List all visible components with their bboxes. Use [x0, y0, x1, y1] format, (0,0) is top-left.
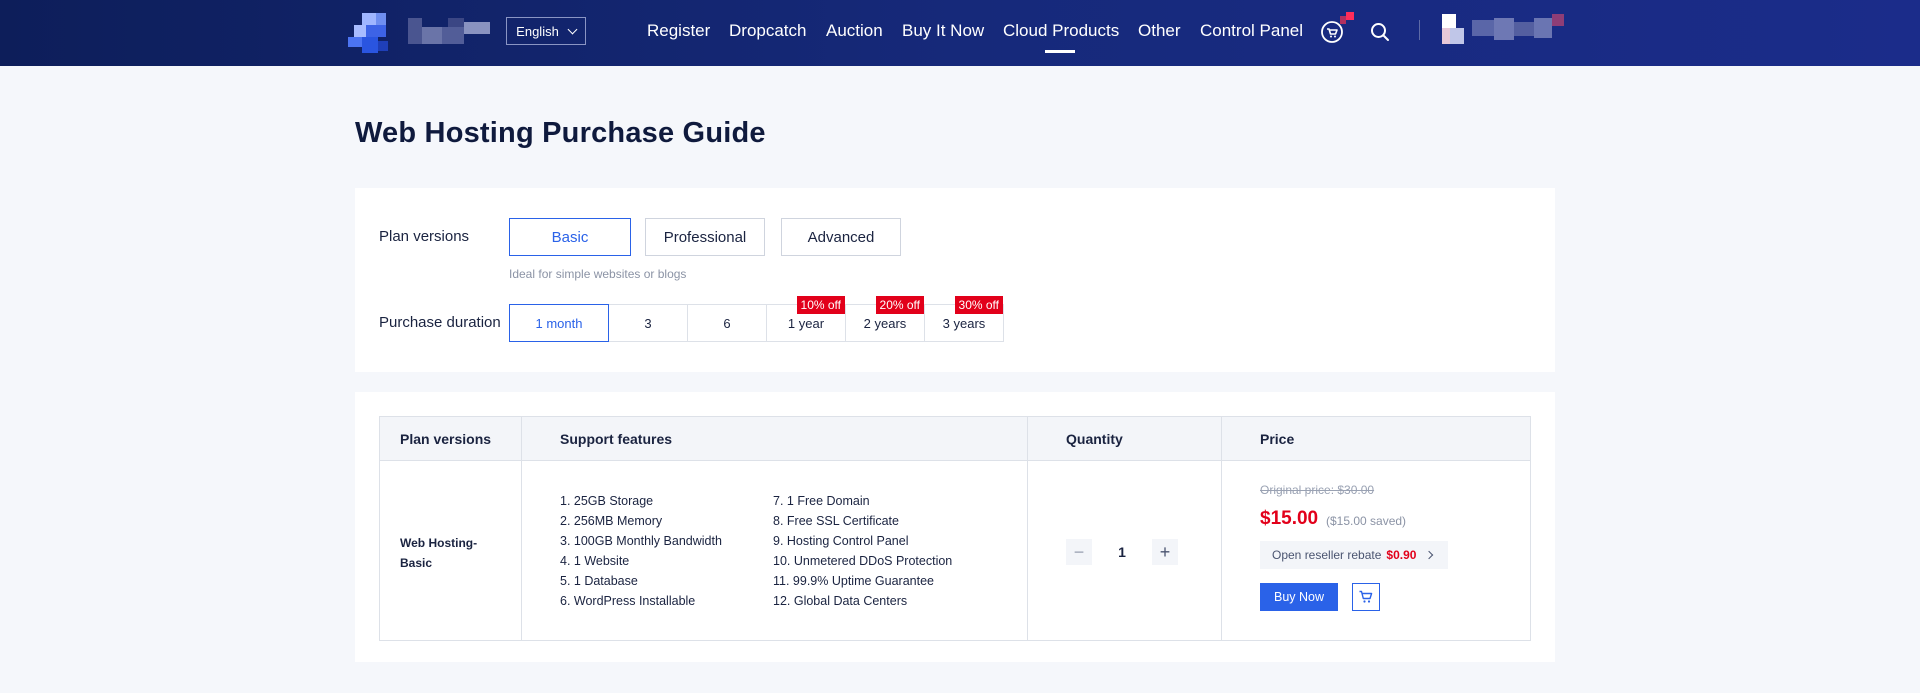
- duration-label: 3: [644, 315, 652, 331]
- feature-item: 1. 25GB Storage: [560, 494, 654, 508]
- duration-1-year[interactable]: 10% off 1 year: [766, 296, 846, 342]
- nav-control-panel[interactable]: Control Panel: [1200, 21, 1303, 41]
- header-plan-versions: Plan versions: [400, 431, 492, 447]
- column-divider: [1221, 417, 1222, 640]
- header-quantity: Quantity: [1066, 431, 1123, 447]
- page-title: Web Hosting Purchase Guide: [355, 117, 766, 149]
- plan-advanced-button[interactable]: Advanced: [781, 218, 901, 256]
- feature-item: 9. Hosting Control Panel: [773, 534, 909, 548]
- duration-label: 1 year: [787, 315, 825, 331]
- feature-item: 5. 1 Database: [560, 574, 638, 588]
- duration-6[interactable]: 6: [687, 304, 767, 342]
- language-selector[interactable]: English: [506, 17, 586, 45]
- duration-label: 3 years: [942, 315, 986, 331]
- nav-auction[interactable]: Auction: [826, 21, 883, 41]
- language-label: English: [516, 23, 559, 39]
- nav-buy-it-now[interactable]: Buy It Now: [902, 21, 984, 41]
- plan-versions-label: Plan versions: [379, 228, 470, 245]
- reseller-rebate-link[interactable]: Open reseller rebate $0.90: [1260, 541, 1448, 569]
- header-price: Price: [1260, 431, 1295, 447]
- cart-count-badge: [1340, 12, 1354, 24]
- cart-icon: [1359, 590, 1373, 603]
- duration-label: 2 years: [863, 315, 907, 331]
- decrement-button[interactable]: −: [1066, 539, 1092, 565]
- plan-name: Web Hosting-Basic: [400, 536, 478, 570]
- feature-item: 3. 100GB Monthly Bandwidth: [560, 534, 722, 548]
- feature-item: 10. Unmetered DDoS Protection: [773, 554, 953, 568]
- feature-item: 2. 256MB Memory: [560, 514, 663, 528]
- discount-badge: 30% off: [954, 296, 1003, 314]
- discount-badge: 20% off: [875, 296, 924, 314]
- purchase-duration-label: Purchase duration: [379, 314, 501, 331]
- discount-badge: 10% off: [796, 296, 845, 314]
- nav-other[interactable]: Other: [1138, 21, 1181, 41]
- duration-3-years[interactable]: 30% off 3 years: [924, 296, 1004, 342]
- feature-item: 4. 1 Website: [560, 554, 630, 568]
- quantity-stepper: − 1 +: [1066, 539, 1178, 565]
- order-table: Plan versions Support features Quantity …: [379, 416, 1531, 641]
- duration-label: 1 month: [535, 315, 583, 331]
- increment-button[interactable]: +: [1152, 539, 1178, 565]
- add-to-cart-button[interactable]: [1352, 583, 1380, 611]
- chevron-down-icon: [567, 24, 578, 34]
- buy-now-button[interactable]: Buy Now: [1260, 583, 1338, 611]
- duration-options: 1 month 3 6 10% off 1 year 20% off 2 yea…: [509, 296, 1004, 342]
- original-price: Original price: $30.00: [1260, 483, 1375, 497]
- plan-selector-panel: Plan versions Basic Professional Advance…: [355, 188, 1555, 372]
- feature-item: 6. WordPress Installable: [560, 594, 696, 608]
- duration-label: 6: [723, 315, 731, 331]
- plan-professional-button[interactable]: Professional: [645, 218, 765, 256]
- nav-dropcatch[interactable]: Dropcatch: [729, 21, 806, 41]
- quantity-value[interactable]: 1: [1092, 539, 1152, 565]
- table-header: [380, 417, 1530, 461]
- rebate-value: $0.90: [1386, 548, 1417, 562]
- header-divider: [1419, 20, 1420, 40]
- current-price: $15.00: [1260, 508, 1319, 529]
- nav-cloud-products[interactable]: Cloud Products: [1003, 21, 1119, 41]
- brand-name-redacted: [408, 18, 490, 44]
- feature-item: 7. 1 Free Domain: [773, 494, 870, 508]
- column-divider: [521, 417, 522, 640]
- plan-basic-button[interactable]: Basic: [509, 218, 631, 256]
- user-account-redacted[interactable]: [1442, 14, 1564, 44]
- search-icon[interactable]: [1370, 22, 1390, 42]
- duration-1-month[interactable]: 1 month: [509, 304, 609, 342]
- page-scrollbar[interactable]: [1908, 66, 1920, 693]
- top-navigation-bar: English Register Dropcatch Auction Buy I…: [0, 0, 1920, 66]
- plan-description: Ideal for simple websites or blogs: [509, 267, 687, 281]
- rebate-label: Open reseller rebate: [1272, 548, 1382, 562]
- chevron-right-icon: [1425, 550, 1434, 560]
- header-support-features: Support features: [560, 431, 673, 447]
- column-divider: [1027, 417, 1028, 640]
- feature-item: 8. Free SSL Certificate: [773, 514, 899, 528]
- feature-item: 11. 99.9% Uptime Guarantee: [773, 574, 934, 588]
- active-nav-indicator: [1045, 50, 1075, 53]
- duration-2-years[interactable]: 20% off 2 years: [845, 296, 925, 342]
- duration-3[interactable]: 3: [608, 304, 688, 342]
- site-logo[interactable]: [348, 13, 394, 53]
- feature-item: 12. Global Data Centers: [773, 594, 908, 608]
- order-summary-panel: Plan versions Support features Quantity …: [355, 392, 1555, 662]
- nav-register[interactable]: Register: [647, 21, 710, 41]
- saved-amount: ($15.00 saved): [1326, 514, 1407, 528]
